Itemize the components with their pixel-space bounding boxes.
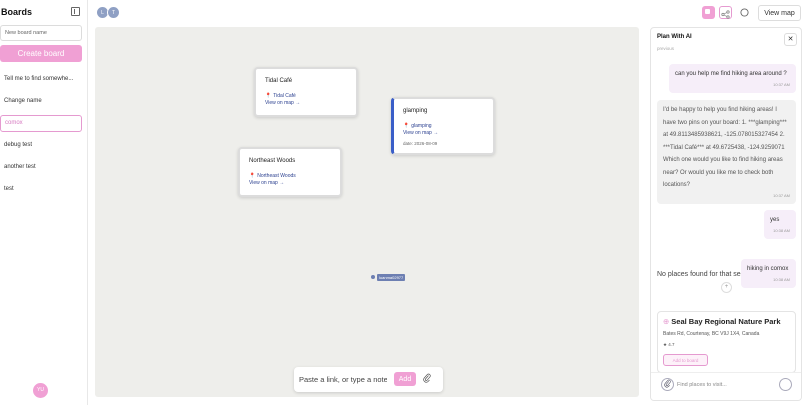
view-on-map-link[interactable]: View on map → <box>403 130 438 136</box>
board-canvas[interactable]: Tidal Café 📍 Tidal Café View on map → gla… <box>95 27 639 397</box>
close-icon[interactable]: ✕ <box>784 33 797 46</box>
composer: Add <box>294 367 443 392</box>
board-item[interactable]: Change name <box>0 93 82 110</box>
card-place: 📍 Tidal Café <box>265 93 296 99</box>
add-button[interactable]: Add <box>394 372 416 386</box>
chat-messages[interactable]: previous can you help me find hiking are… <box>651 46 801 376</box>
board-item-active[interactable]: comox <box>0 115 82 132</box>
cursor-label: luanma02977 <box>377 274 406 281</box>
sidebar: Boards Create board Tell me to find some… <box>0 0 88 405</box>
grid-icon <box>705 9 710 14</box>
board-item[interactable]: Tell me to find somewhe... <box>0 71 82 88</box>
create-board-button[interactable]: Create board <box>0 45 82 62</box>
view-on-map-link[interactable]: View on map → <box>249 180 284 186</box>
board-item[interactable]: another test <box>0 159 82 176</box>
user-message: yes 10:38 AM <box>764 210 796 239</box>
paperclip-icon[interactable] <box>423 373 431 385</box>
share-icon[interactable] <box>719 6 732 19</box>
pin-card-glamping[interactable]: glamping 📍 glamping View on map → date: 2… <box>391 97 495 155</box>
collapse-sidebar-icon[interactable] <box>71 7 80 16</box>
plus-icon[interactable]: + <box>721 282 732 293</box>
board-item[interactable]: test <box>0 181 82 198</box>
place-icon: ⊕ <box>663 317 670 326</box>
user-avatar[interactable]: YU <box>33 383 48 398</box>
view-map-button[interactable]: View map <box>758 5 801 21</box>
chat-input-row <box>651 372 801 400</box>
card-title: Northeast Woods <box>249 158 296 164</box>
board-view-icon[interactable] <box>702 6 715 19</box>
chat-input[interactable] <box>677 378 777 391</box>
map-pin-icon: 📍 <box>265 93 272 99</box>
place-name: ⊕ Seal Bay Regional Nature Park <box>663 317 781 326</box>
presence-avatar: T <box>107 6 120 19</box>
pin-card-tidal-cafe[interactable]: Tidal Café 📍 Tidal Café View on map → <box>254 67 358 117</box>
view-on-map-link[interactable]: View on map → <box>265 100 300 106</box>
user-message: hiking in comox 10:38 AM <box>741 259 796 288</box>
send-icon[interactable] <box>779 378 792 391</box>
card-place: 📍 glamping <box>403 123 432 129</box>
chat-icon[interactable] <box>738 6 751 19</box>
app-root: Boards Create board Tell me to find some… <box>0 0 806 405</box>
new-board-input[interactable] <box>0 25 82 41</box>
board-item[interactable]: debug test <box>0 137 82 154</box>
paperclip-icon[interactable] <box>661 378 674 391</box>
pin-card-northeast-woods[interactable]: Northeast Woods 📍 Northeast Woods View on… <box>238 147 342 197</box>
card-date: date: 2026-08-09 <box>403 141 438 146</box>
note-input[interactable] <box>299 372 387 387</box>
user-message: can you help me find hiking area around … <box>669 64 796 93</box>
truncated-text: previous <box>657 46 675 51</box>
card-title: Tidal Café <box>265 78 293 84</box>
map-pin-icon: 📍 <box>403 123 410 129</box>
sidebar-title: Boards <box>1 7 33 17</box>
ai-message: I'd be happy to help you find hiking are… <box>657 100 796 204</box>
panel-title: Plan With AI <box>657 34 692 40</box>
map-pin-icon: 📍 <box>249 173 256 179</box>
place-result-card: ⊕ Seal Bay Regional Nature Park Bates Rd,… <box>657 311 796 373</box>
add-to-board-button[interactable]: Add to board <box>663 354 708 366</box>
share-glyph-icon <box>721 10 730 19</box>
card-place: 📍 Northeast Woods <box>249 173 296 179</box>
ai-chat-panel: Plan With AI ✕ previous can you help me … <box>650 27 802 401</box>
place-rating: ★ 4.7 <box>663 342 675 347</box>
cursor-dot-icon <box>371 275 375 279</box>
chat-bubble-icon <box>740 8 749 17</box>
card-title: glamping <box>403 108 428 114</box>
place-address: Bates Rd, Courtenay, BC V9J 1X4, Canada <box>663 331 760 337</box>
